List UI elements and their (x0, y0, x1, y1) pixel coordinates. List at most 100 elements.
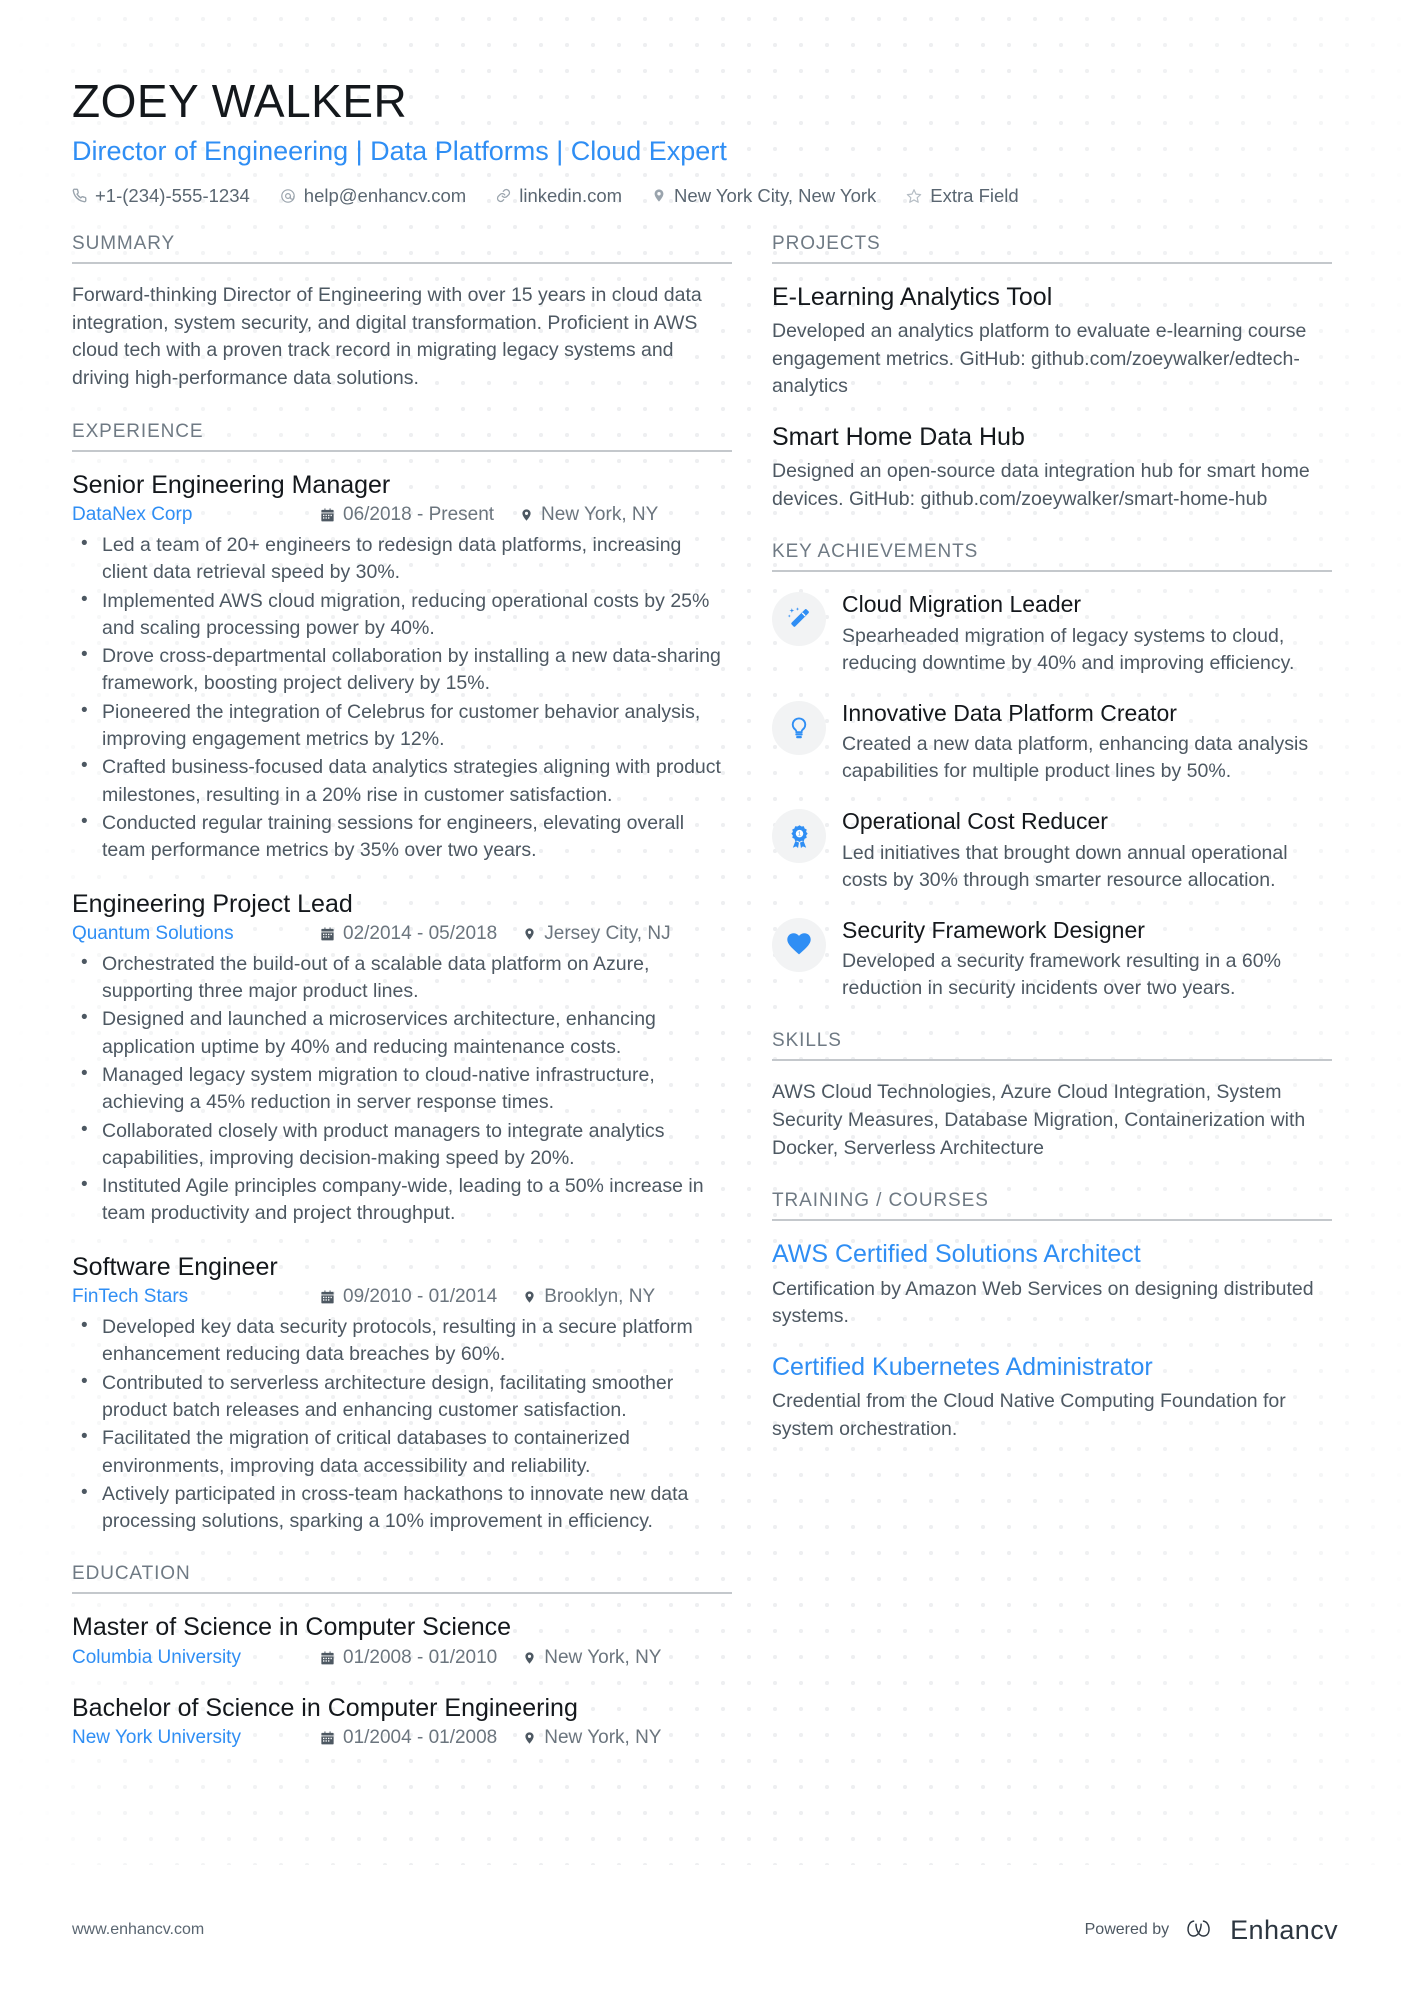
list-item: Conducted regular training sessions for … (81, 809, 732, 865)
list-item: Collaborated closely with product manage… (81, 1117, 732, 1173)
education-entry: Bachelor of Science in Computer Engineer… (72, 1693, 732, 1749)
training-title[interactable]: AWS Certified Solutions Architect (772, 1239, 1332, 1270)
experience-location-text: Jersey City, NJ (544, 922, 671, 944)
training-item: Certified Kubernetes Administrator Crede… (772, 1352, 1332, 1443)
location-pin-icon (523, 926, 536, 942)
email-icon (280, 188, 296, 204)
section-training-courses: TRAINING / COURSES AWS Certified Solutio… (772, 1190, 1332, 1443)
achievement-body: Cloud Migration Leader Spearheaded migra… (842, 590, 1332, 677)
project-item: Smart Home Data Hub Designed an open-sou… (772, 422, 1332, 513)
contact-row: +1-(234)-555-1234 help@enhancv.com linke… (72, 185, 1338, 207)
education-school[interactable]: New York University (72, 1727, 320, 1749)
project-description: Developed an analytics platform to evalu… (772, 320, 1307, 397)
experience-meta: FinTech Stars 09/2010 - 01/2014 Brooklyn… (72, 1286, 732, 1308)
magic-wand-icon (772, 591, 826, 646)
page-footer: www.enhancv.com Powered by Enhancv (0, 1865, 1410, 1995)
list-item: Actively participated in cross-team hack… (81, 1480, 732, 1536)
location-pin-icon (523, 1730, 536, 1746)
list-item: Managed legacy system migration to cloud… (81, 1061, 732, 1117)
footer-website[interactable]: www.enhancv.com (72, 1921, 204, 1939)
experience-entry: Senior Engineering Manager DataNex Corp … (72, 470, 732, 865)
contact-phone[interactable]: +1-(234)-555-1234 (72, 185, 250, 207)
heart-icon (772, 917, 826, 972)
resume-columns: SUMMARY Forward-thinking Director of Eng… (72, 233, 1338, 1777)
calendar-icon (320, 1650, 335, 1666)
contact-linkedin-text: linkedin.com (519, 184, 623, 206)
experience-bullets: Developed key data security protocols, r… (72, 1313, 732, 1536)
section-education: EDUCATION Master of Science in Computer … (72, 1563, 732, 1749)
training-heading: TRAINING / COURSES (772, 1190, 1332, 1222)
enhancv-brand-name: Enhancv (1230, 1914, 1338, 1945)
enhancv-brand: Enhancv (1183, 1915, 1338, 1946)
contact-extra-field-text: Extra Field (930, 184, 1019, 206)
star-icon (906, 188, 922, 204)
contact-extra-field[interactable]: Extra Field (906, 184, 1019, 207)
achievement-description: Spearheaded migration of legacy systems … (842, 624, 1295, 674)
contact-linkedin[interactable]: linkedin.com (496, 185, 622, 207)
experience-location-text: Brooklyn, NY (544, 1286, 656, 1308)
experience-dates: 09/2010 - 01/2014 (320, 1286, 497, 1308)
achievement-item: Cloud Migration Leader Spearheaded migra… (772, 590, 1332, 677)
list-item: Facilitated the migration of critical da… (81, 1424, 732, 1480)
training-description: Credential from the Cloud Native Computi… (772, 1390, 1286, 1440)
achievement-body: Innovative Data Platform Creator Created… (842, 699, 1332, 786)
training-title[interactable]: Certified Kubernetes Administrator (772, 1352, 1332, 1383)
calendar-icon (320, 507, 335, 523)
experience-location: Brooklyn, NY (523, 1286, 655, 1308)
experience-entry: Software Engineer FinTech Stars 09/2010 … (72, 1252, 732, 1536)
achievement-item: Security Framework Designer Developed a … (772, 916, 1332, 1003)
contact-email-text: help@enhancv.com (303, 184, 467, 206)
experience-company[interactable]: Quantum Solutions (72, 923, 320, 945)
contact-location-text: New York City, New York (674, 184, 877, 206)
training-description: Certification by Amazon Web Services on … (772, 1277, 1314, 1327)
project-title: E-Learning Analytics Tool (772, 282, 1053, 311)
phone-icon (72, 188, 87, 203)
skills-heading: SKILLS (772, 1030, 1332, 1062)
experience-company[interactable]: FinTech Stars (72, 1286, 320, 1308)
calendar-icon (320, 1730, 335, 1746)
education-dates-text: 01/2004 - 01/2008 (343, 1726, 498, 1748)
list-item: Instituted Agile principles company-wide… (81, 1172, 732, 1228)
list-item: Led a team of 20+ engineers to redesign … (81, 531, 732, 587)
experience-heading: EXPERIENCE (72, 421, 732, 452)
list-item: Designed and launched a microservices ar… (81, 1005, 732, 1061)
project-title: Smart Home Data Hub (772, 423, 1025, 452)
summary-heading: SUMMARY (72, 233, 732, 264)
experience-dates: 06/2018 - Present (320, 504, 494, 526)
projects-heading: PROJECTS (772, 233, 1332, 264)
experience-meta: DataNex Corp 06/2018 - Present New York,… (72, 504, 732, 526)
resume-page: ZOEY WALKER Director of Engineering | Da… (0, 0, 1410, 1777)
project-description: Designed an open-source data integration… (772, 460, 1310, 510)
section-summary: SUMMARY Forward-thinking Director of Eng… (72, 233, 732, 393)
list-item: Contributed to serverless architecture d… (81, 1369, 732, 1425)
list-item: Implemented AWS cloud migration, reducin… (81, 587, 732, 643)
education-location: New York, NY (523, 1647, 661, 1669)
section-projects: PROJECTS E-Learning Analytics Tool Devel… (772, 233, 1332, 513)
svg-text:1: 1 (798, 831, 801, 837)
education-meta: Columbia University 01/2008 - 01/2010 Ne… (72, 1647, 732, 1669)
experience-dates: 02/2014 - 05/2018 (320, 923, 497, 945)
experience-bullets: Orchestrated the build-out of a scalable… (72, 950, 732, 1228)
link-icon (496, 188, 511, 203)
training-item: AWS Certified Solutions Architect Certif… (772, 1239, 1332, 1330)
experience-dates-text: 09/2010 - 01/2014 (343, 1286, 498, 1308)
list-item: Pioneered the integration of Celebrus fo… (81, 698, 732, 754)
education-location: New York, NY (523, 1727, 661, 1749)
contact-location[interactable]: New York City, New York (652, 185, 876, 207)
enhancv-logo-icon (1183, 1915, 1221, 1946)
experience-company[interactable]: DataNex Corp (72, 504, 320, 526)
list-item: Orchestrated the build-out of a scalable… (81, 950, 732, 1006)
summary-text: Forward-thinking Director of Engineering… (72, 283, 702, 390)
education-entry: Master of Science in Computer Science Co… (72, 1612, 732, 1668)
education-heading: EDUCATION (72, 1563, 732, 1595)
achievements-heading: KEY ACHIEVEMENTS (772, 541, 1332, 572)
education-school[interactable]: Columbia University (72, 1647, 320, 1669)
footer-branding: Powered by Enhancv (1085, 1915, 1338, 1946)
location-pin-icon (520, 507, 533, 523)
achievement-item: Innovative Data Platform Creator Created… (772, 699, 1332, 786)
achievement-item: 1 Operational Cost Reducer Led initiativ… (772, 807, 1332, 894)
award-ribbon-icon: 1 (772, 809, 826, 864)
contact-email[interactable]: help@enhancv.com (280, 185, 466, 207)
calendar-icon (320, 926, 335, 942)
project-item: E-Learning Analytics Tool Developed an a… (772, 282, 1332, 400)
